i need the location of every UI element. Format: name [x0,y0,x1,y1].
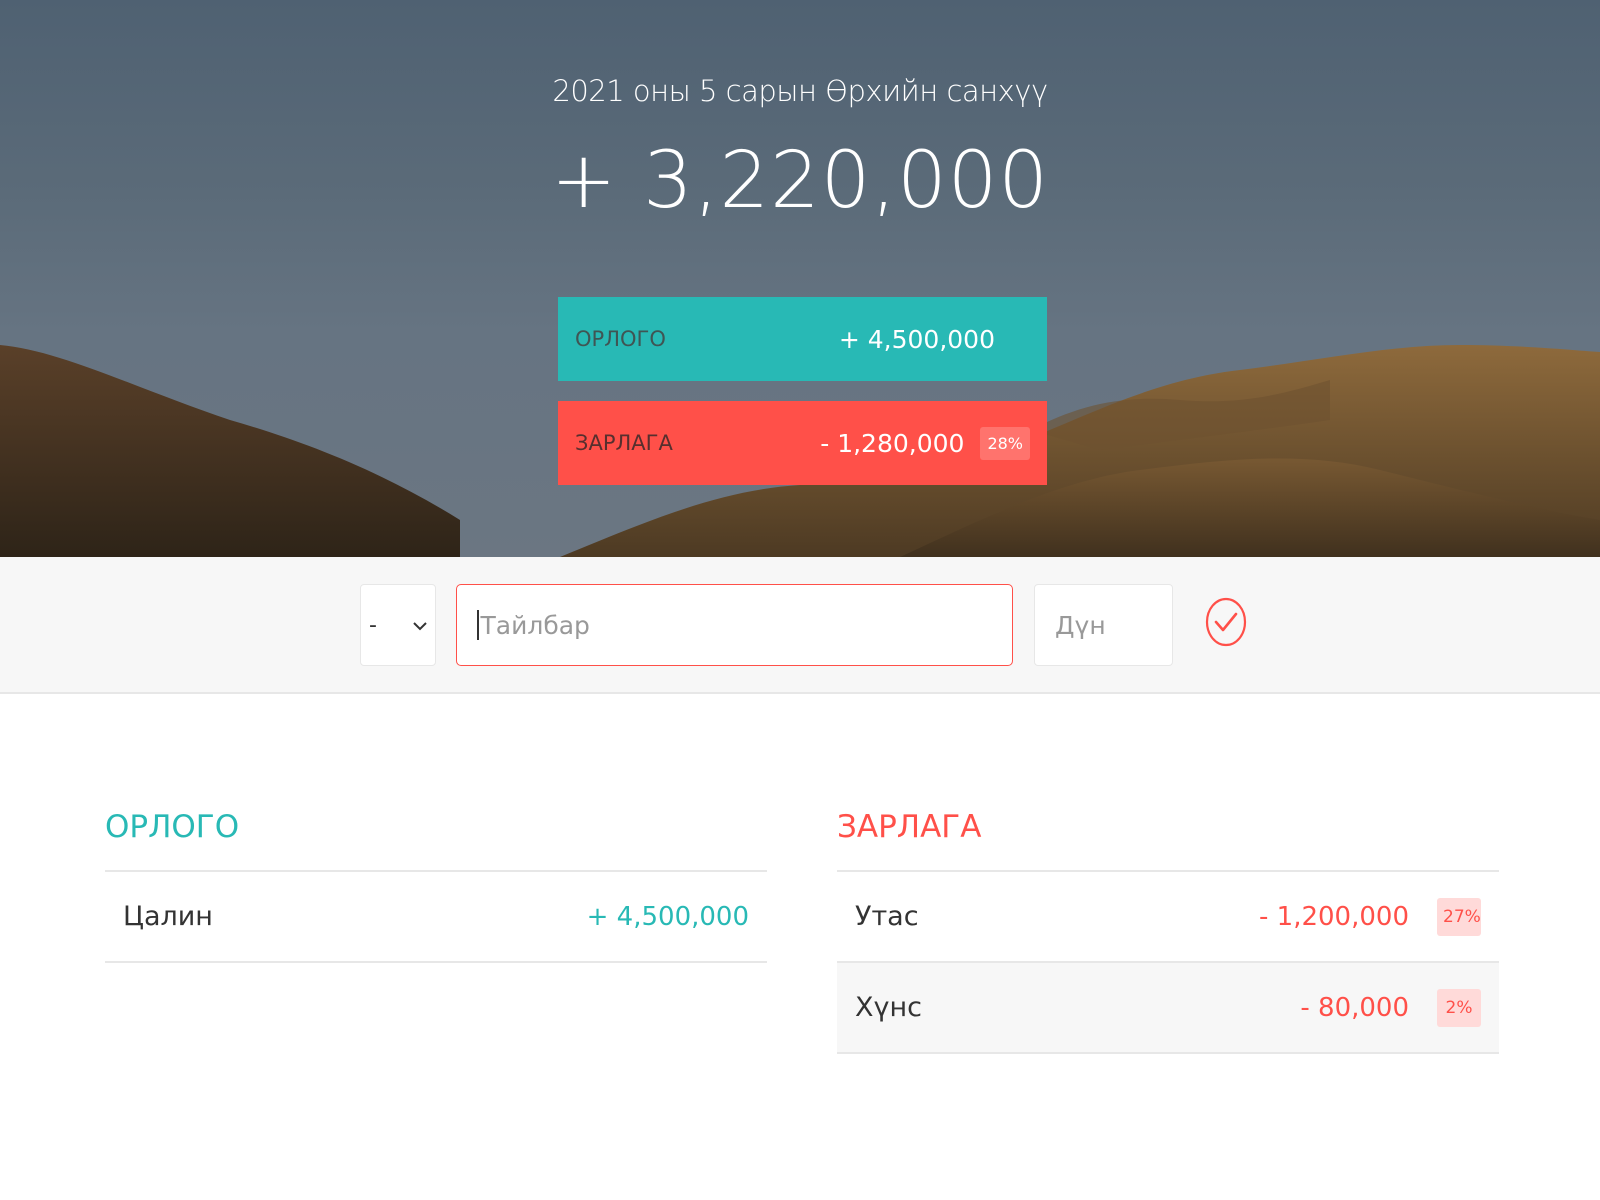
expense-item-percent-badge: 27% [1437,897,1481,936]
budget-title: 2021 оны 5 сарын Өрхийн санхүү [552,74,1048,108]
income-summary-label: ОРЛОГО [575,327,666,351]
expense-item-description: Хүнс [855,992,922,1023]
income-list-title: ОРЛОГО [105,809,767,872]
value-input[interactable]: Дүн [1034,584,1173,666]
expense-item-percent-badge: 2% [1437,988,1481,1027]
income-item-value: + 4,500,000 [586,901,749,932]
expense-item[interactable]: Хүнс - 80,000 2% [837,963,1499,1054]
expense-list: ЗАРЛАГА Утас - 1,200,000 27% Хүнс - 80,0… [837,694,1499,1054]
expense-summary-value: - 1,280,000 [820,428,965,458]
expense-item-value: - 80,000 [1300,992,1409,1023]
hero-section: 2021 оны 5 сарын Өрхийн санхүү + 3,220,0… [0,0,1600,557]
income-summary-value: + 4,500,000 [838,324,995,354]
income-list: ОРЛОГО Цалин + 4,500,000 [105,694,767,963]
checkmark-circle-icon [1205,597,1247,647]
expense-summary-bar: ЗАРЛАГА - 1,280,000 28% [558,401,1047,485]
income-summary-bar: ОРЛОГО + 4,500,000 [558,297,1047,381]
add-entry-bar: - Тайлбар Дүн [0,557,1600,694]
chevron-down-icon [413,616,427,635]
income-summary-percent [1011,332,1025,346]
income-item-description: Цалин [123,901,213,932]
expense-summary-label: ЗАРЛАГА [575,431,673,455]
income-item[interactable]: Цалин + 4,500,000 [105,872,767,963]
budget-total-value: + 3,220,000 [550,136,1050,226]
expense-item-value: - 1,200,000 [1259,901,1409,932]
value-placeholder: Дүн [1055,610,1106,640]
description-placeholder: Тайлбар [480,610,590,640]
expense-item[interactable]: Утас - 1,200,000 27% [837,872,1499,963]
type-select[interactable]: - [360,584,436,666]
description-input[interactable]: Тайлбар [456,584,1013,666]
text-cursor [477,610,479,640]
expense-summary-percent-badge: 28% [980,426,1030,460]
expense-item-description: Утас [855,901,919,932]
expense-list-title: ЗАРЛАГА [837,809,1499,872]
type-select-value: - [369,612,377,638]
add-submit-button[interactable] [1205,597,1247,647]
